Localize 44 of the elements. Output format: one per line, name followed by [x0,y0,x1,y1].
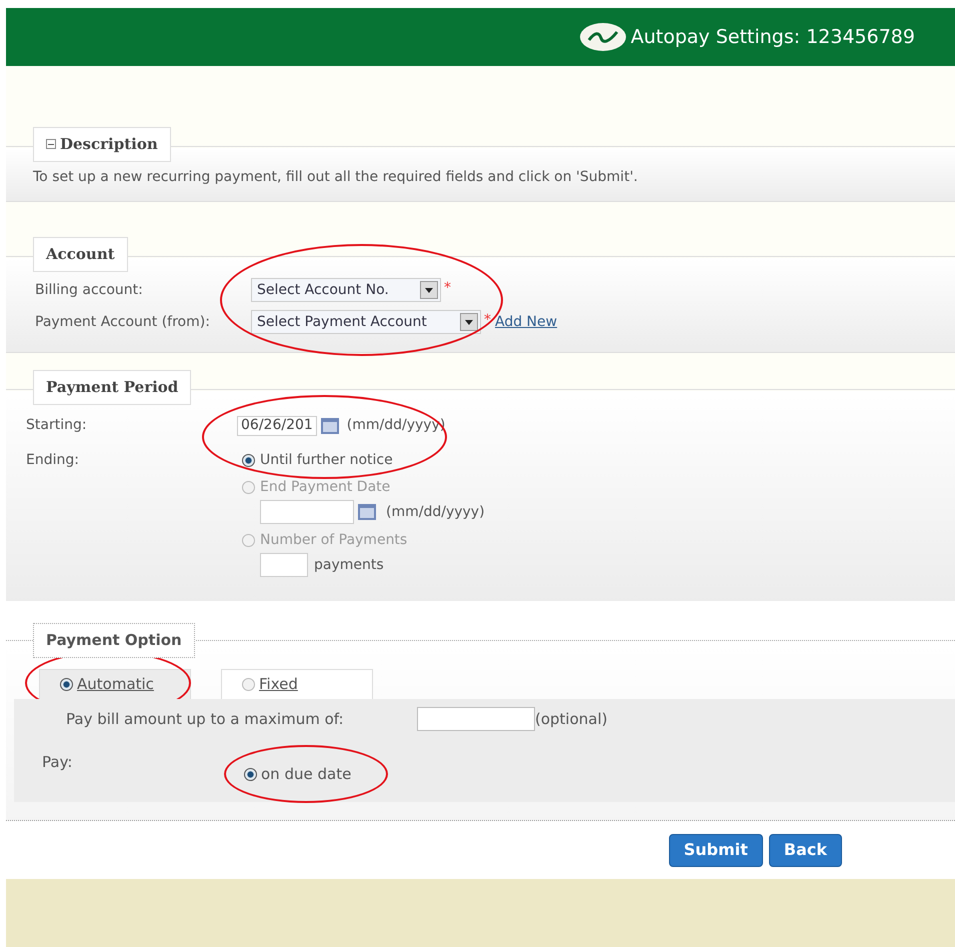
collapse-icon[interactable] [46,139,56,150]
radio-button[interactable] [60,678,73,691]
submit-button[interactable]: Submit [668,834,763,866]
option-label: on due date [261,764,352,785]
calendar-icon[interactable] [320,418,339,434]
calendar-icon[interactable] [358,504,376,520]
section-legend: Payment Option [33,623,195,658]
option-label: End Payment Date [260,478,390,497]
back-button[interactable]: Back [768,834,842,866]
required-mark: * [484,311,491,330]
caret-icon [420,281,438,299]
option-label: Number of Payments [260,531,408,550]
radio-button[interactable] [242,678,255,691]
dropdown[interactable]: Select Payment Account [251,310,481,334]
section-legend: Description [33,127,171,162]
add-new-link[interactable]: Add New [495,312,558,332]
description-text: To set up a new recurring payment, fill out all the required fields and click on 'Submit'. [33,169,638,185]
payment-count-field[interactable] [260,553,308,577]
field-label: Pay: [42,752,74,773]
section-legend: Account [33,237,128,272]
caret-icon [460,313,478,331]
unit-label: payments [314,556,384,574]
required-mark: * [444,279,451,298]
option-label: Until further notice [260,451,393,470]
logo-icon [578,22,627,52]
optional-hint: (optional) [535,708,608,730]
radio-button[interactable] [242,454,255,467]
field-label: Starting: [26,416,88,435]
section-legend: Payment Period [33,370,192,404]
radio-button[interactable] [244,768,257,781]
start-date-field[interactable]: 06/26/201 [237,416,317,436]
field-label: Payment Account (from): [35,312,211,332]
radio-button[interactable] [242,481,255,494]
radio-button[interactable] [242,534,255,547]
field-label: Billing account: [35,280,144,300]
dropdown[interactable]: Select Account No. [251,278,441,302]
option-tab[interactable]: Fixed [221,669,373,699]
header-title: Autopay Settings: 123456789 [630,24,915,50]
field-label: Pay bill amount up to a maximum of: [66,708,345,730]
date-format-hint: (mm/dd/yyyy) [386,502,485,522]
option-tab[interactable]: Automatic [39,669,191,699]
end-date-field[interactable] [260,500,354,524]
maximum-amount-field[interactable] [417,707,535,731]
field-label: Ending: [26,451,80,470]
